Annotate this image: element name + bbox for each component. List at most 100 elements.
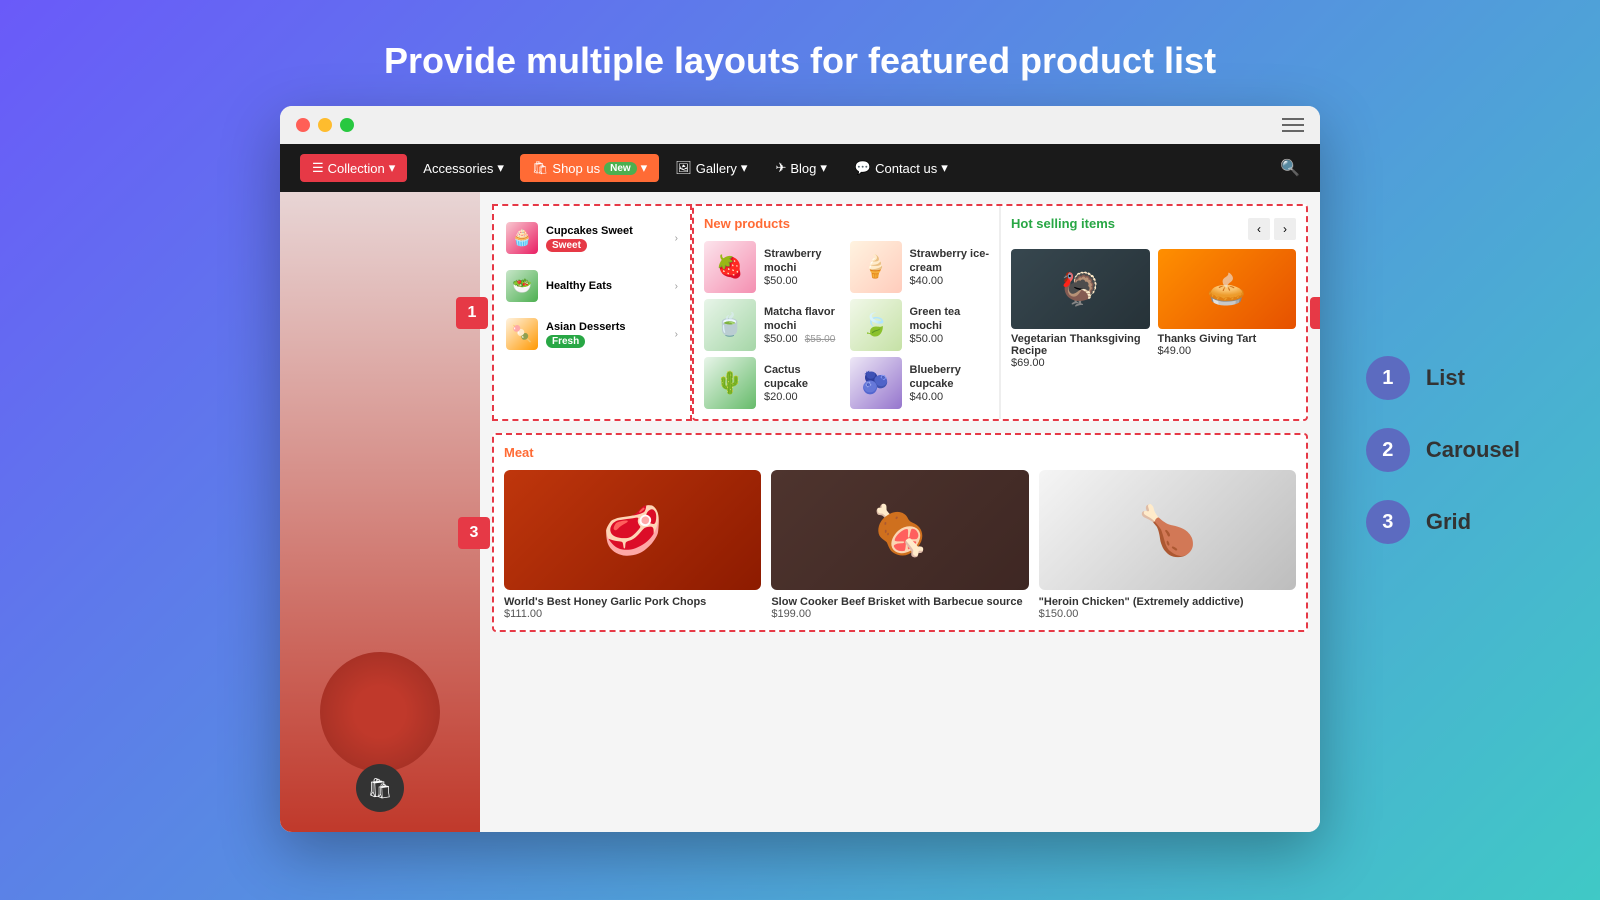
nav-gallery[interactable]: 🖼 Gallery ▾ <box>663 154 759 182</box>
top-section: 1 🧁 Cupcakes Sweet Sweet › <box>492 204 1308 421</box>
dot-green[interactable] <box>340 118 354 132</box>
main-content: 1 🧁 Cupcakes Sweet Sweet › <box>480 192 1320 832</box>
product-name: Cactus cupcake <box>764 363 844 392</box>
strawberry-icecream-image: 🍦 <box>850 241 902 293</box>
shop-icon: 🛍 <box>532 160 549 176</box>
hot-item-name: Thanks Giving Tart <box>1158 333 1297 345</box>
browser-dots <box>296 118 354 132</box>
meat-section-container: 3 Meat 🥩 World's Best Honey Garlic Pork … <box>492 433 1308 632</box>
hot-item-price: $49.00 <box>1158 345 1297 357</box>
hot-item-name: Vegetarian Thanksgiving Recipe <box>1011 333 1150 357</box>
new-badge: New <box>604 162 637 175</box>
dot-red[interactable] <box>296 118 310 132</box>
category-cupcakes[interactable]: 🧁 Cupcakes Sweet Sweet › <box>494 214 690 262</box>
category-asian[interactable]: 🍡 Asian Desserts Fresh › <box>494 310 690 358</box>
left-sidebar-image: 🛍 <box>280 192 480 832</box>
chicken-image: 🍗 <box>1039 470 1296 590</box>
dot-yellow[interactable] <box>318 118 332 132</box>
product-name: Matcha flavor mochi <box>764 305 844 334</box>
nav-blog[interactable]: ✈ Blog ▾ <box>763 154 838 182</box>
gallery-icon: 🖼 <box>675 160 692 176</box>
product-name: Strawberry ice-cream <box>910 247 990 276</box>
sweet-tag: Sweet <box>546 239 587 252</box>
nav-contact-label: Contact us <box>875 161 937 176</box>
blueberry-cupcake-image: 🫐 <box>850 357 902 409</box>
cactus-cupcake-image: 🌵 <box>704 357 756 409</box>
hot-item-tart[interactable]: 🥧 Thanks Giving Tart $49.00 <box>1158 249 1297 369</box>
meat-grid: 🥩 World's Best Honey Garlic Pork Chops $… <box>504 470 1296 620</box>
layout-grid-label: Grid <box>1426 509 1471 535</box>
product-name: Strawberry mochi <box>764 247 844 276</box>
hot-selling-controls: ‹ › <box>1248 218 1296 240</box>
chevron-down-icon: ▾ <box>641 160 648 176</box>
meat-item-chicken[interactable]: 🍗 "Heroin Chicken" (Extremely addictive)… <box>1039 470 1296 620</box>
nav-blog-label: Blog <box>790 161 816 176</box>
meat-item-name: "Heroin Chicken" (Extremely addictive) <box>1039 596 1296 608</box>
category-healthy[interactable]: 🥗 Healthy Eats › <box>494 262 690 310</box>
shopify-badge: 🛍 <box>356 764 404 812</box>
layout-options-panel: 1 List 2 Carousel 3 Grid <box>1366 356 1520 544</box>
product-matcha-mochi[interactable]: 🍵 Matcha flavor mochi $50.00 $55.00 <box>704 299 844 351</box>
page-title: Provide multiple layouts for featured pr… <box>384 0 1216 106</box>
browser-window: ☰ Collection ▾ Accessories ▾ 🛍 Shop us N… <box>280 106 1320 832</box>
layout-carousel-label: Carousel <box>1426 437 1520 463</box>
tart-image: 🥧 <box>1158 249 1297 329</box>
new-products-panel: New products 🍓 Strawberry mochi $50.00 <box>694 206 1000 419</box>
chevron-right-icon: › <box>675 281 678 292</box>
category-cupcakes-name: Cupcakes Sweet <box>546 225 633 237</box>
prev-button[interactable]: ‹ <box>1248 218 1270 240</box>
layout-list-label: List <box>1426 365 1465 391</box>
blog-icon: ✈ <box>775 160 786 176</box>
hot-item-thanksgiving[interactable]: 🦃 Vegetarian Thanksgiving Recipe $69.00 <box>1011 249 1150 369</box>
hamburger-menu-icon[interactable] <box>1282 118 1304 132</box>
meat-item-pork[interactable]: 🥩 World's Best Honey Garlic Pork Chops $… <box>504 470 761 620</box>
new-products-grid: 🍓 Strawberry mochi $50.00 🍦 Strawberry i… <box>704 241 989 409</box>
cupcakes-image: 🧁 <box>506 222 538 254</box>
product-price: $20.00 <box>764 391 844 403</box>
layout-badge-3: 3 <box>458 517 490 549</box>
category-sidebar: 🧁 Cupcakes Sweet Sweet › 🥗 Healthy Eats <box>492 204 692 421</box>
chevron-down-icon: ▾ <box>497 160 504 176</box>
layout-list-option: 1 List <box>1366 356 1520 400</box>
product-price: $50.00 $55.00 <box>764 333 844 345</box>
nav-bar: ☰ Collection ▾ Accessories ▾ 🛍 Shop us N… <box>280 144 1320 192</box>
product-price: $40.00 <box>910 275 990 287</box>
chevron-down-icon: ▾ <box>941 160 948 176</box>
category-asian-name: Asian Desserts <box>546 321 626 333</box>
meat-item-beef[interactable]: 🍖 Slow Cooker Beef Brisket with Barbecue… <box>771 470 1028 620</box>
product-price: $50.00 <box>910 333 990 345</box>
menu-icon: ☰ <box>312 160 324 176</box>
new-products-title: New products <box>704 216 989 231</box>
product-cactus-cupcake[interactable]: 🌵 Cactus cupcake $20.00 <box>704 357 844 409</box>
nav-shop-us-label: Shop us <box>552 161 600 176</box>
nav-accessories[interactable]: Accessories ▾ <box>411 154 516 182</box>
hot-selling-grid: 🦃 Vegetarian Thanksgiving Recipe $69.00 … <box>1011 249 1296 369</box>
meat-item-price: $111.00 <box>504 608 761 620</box>
meat-title: Meat <box>504 445 1296 460</box>
meat-item-price: $199.00 <box>771 608 1028 620</box>
hot-selling-panel: Hot selling items ‹ › 🦃 Vegetarian Thank… <box>1001 206 1306 419</box>
nav-collection[interactable]: ☰ Collection ▾ <box>300 154 407 182</box>
product-strawberry-mochi[interactable]: 🍓 Strawberry mochi $50.00 <box>704 241 844 293</box>
nav-contact[interactable]: 💬 Contact us ▾ <box>843 154 960 182</box>
browser-content: 🛍 1 🧁 Cupcakes Sweet Sweet <box>280 192 1320 832</box>
nav-shop-us[interactable]: 🛍 Shop us New ▾ <box>520 154 659 182</box>
fresh-tag: Fresh <box>546 335 585 348</box>
meat-section: Meat 🥩 World's Best Honey Garlic Pork Ch… <box>494 435 1306 630</box>
greentea-mochi-image: 🍃 <box>850 299 902 351</box>
product-blueberry-cupcake[interactable]: 🫐 Blueberry cupcake $40.00 <box>850 357 990 409</box>
layout-badge-2: 2 <box>1310 297 1320 329</box>
asian-image: 🍡 <box>506 318 538 350</box>
chevron-down-icon: ▾ <box>389 160 396 176</box>
chevron-down-icon: ▾ <box>741 160 748 176</box>
layout-badge-1: 1 <box>456 297 488 329</box>
nav-search[interactable]: 🔍 <box>1280 158 1300 178</box>
nav-accessories-label: Accessories <box>423 161 493 176</box>
products-hot-section: New products 🍓 Strawberry mochi $50.00 <box>692 204 1308 421</box>
next-button[interactable]: › <box>1274 218 1296 240</box>
product-strawberry-icecream[interactable]: 🍦 Strawberry ice-cream $40.00 <box>850 241 990 293</box>
pork-image: 🥩 <box>504 470 761 590</box>
product-greentea-mochi[interactable]: 🍃 Green tea mochi $50.00 <box>850 299 990 351</box>
thanksgiving-image: 🦃 <box>1011 249 1150 329</box>
meat-item-name: World's Best Honey Garlic Pork Chops <box>504 596 761 608</box>
